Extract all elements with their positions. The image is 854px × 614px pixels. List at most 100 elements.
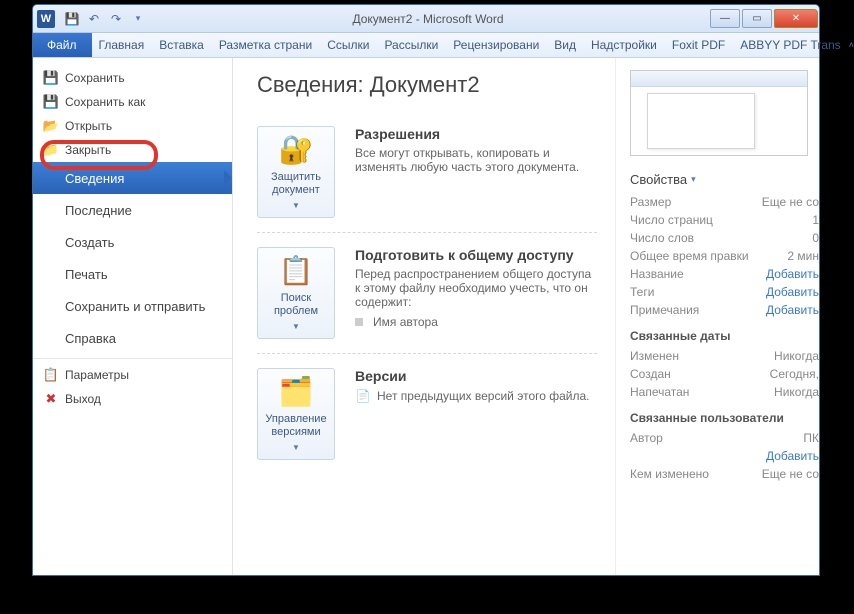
thumb-ribbon bbox=[631, 71, 807, 87]
prop-value-link[interactable]: Добавить bbox=[766, 449, 819, 463]
protect-document-button[interactable]: 🔐 Защитить документ ▼ bbox=[257, 126, 335, 218]
undo-icon[interactable]: ↶ bbox=[85, 10, 103, 28]
prepare-bullet: Имя автора bbox=[355, 315, 597, 329]
quick-access-toolbar: 💾 ↶ ↷ ▾ bbox=[63, 10, 147, 28]
sidebar-save-as[interactable]: 💾 Сохранить как bbox=[33, 90, 232, 114]
tab-abbyy[interactable]: ABBYY PDF Trans bbox=[733, 33, 848, 57]
sidebar-label: Сохранить и отправить bbox=[65, 299, 205, 314]
save-as-icon: 💾 bbox=[43, 94, 59, 110]
tab-file[interactable]: Файл bbox=[33, 33, 92, 57]
sidebar-help[interactable]: Справка bbox=[33, 322, 232, 354]
prop-value: 2 мин bbox=[787, 249, 819, 263]
sidebar-open[interactable]: 📂Открыть bbox=[33, 114, 232, 138]
tab-review[interactable]: Рецензировани bbox=[446, 33, 547, 57]
prop-key: Напечатан bbox=[630, 385, 689, 399]
minimize-button[interactable]: — bbox=[710, 9, 740, 28]
prop-value: Сегодня, bbox=[770, 367, 819, 381]
sidebar-label: Справка bbox=[65, 331, 116, 346]
prop-key: Кем изменено bbox=[630, 467, 709, 481]
props-dates: Связанные даты Изменен Никогда Создан Сего… bbox=[630, 329, 819, 401]
info-heading: Сведения: Документ2 bbox=[257, 72, 597, 98]
manage-versions-button[interactable]: 🗂️ Управление версиями ▼ bbox=[257, 368, 335, 460]
prop-key: Число страниц bbox=[630, 213, 713, 227]
versions-desc: 📄Нет предыдущих версий этого файла. bbox=[355, 388, 597, 404]
document-icon: 📄 bbox=[355, 388, 371, 404]
window-controls: — ▭ ✕ bbox=[709, 9, 819, 28]
prop-value-link[interactable]: Добавить bbox=[766, 267, 819, 281]
ribbon-minimize-icon[interactable]: ˄ bbox=[849, 40, 854, 50]
sidebar-new[interactable]: Создать bbox=[33, 226, 232, 258]
tab-view[interactable]: Вид bbox=[547, 33, 584, 57]
backstage-body: 💾Сохранить 💾 Сохранить как 📂Открыть 📁Закр… bbox=[33, 58, 819, 575]
save-disk-icon: 💾 bbox=[43, 70, 59, 86]
qat-customize-icon[interactable]: ▾ bbox=[129, 10, 147, 28]
sidebar-print[interactable]: Печать bbox=[33, 258, 232, 290]
versions-icon: 🗂️ bbox=[279, 375, 313, 409]
prop-key: Изменен bbox=[630, 349, 679, 363]
prop-value: 0 bbox=[812, 231, 819, 245]
prop-value-link[interactable]: Добавить bbox=[766, 285, 819, 299]
prop-value: Никогда bbox=[774, 349, 819, 363]
sidebar-label: Печать bbox=[65, 267, 108, 282]
button-label: Защитить документ bbox=[262, 171, 330, 197]
chevron-down-icon: ▼ bbox=[292, 322, 300, 332]
sidebar-label: Сведения bbox=[65, 171, 124, 186]
tab-mailings[interactable]: Рассылки bbox=[377, 33, 446, 57]
prepare-title: Подготовить к общему доступу bbox=[355, 247, 597, 263]
checklist-icon: 📋 bbox=[279, 254, 313, 288]
bullet-icon bbox=[355, 318, 363, 326]
sidebar-save[interactable]: 💾Сохранить bbox=[33, 66, 232, 90]
prop-key: Размер bbox=[630, 195, 671, 209]
document-thumbnail[interactable] bbox=[630, 70, 808, 156]
permissions-title: Разрешения bbox=[355, 126, 597, 142]
exit-icon: ✖ bbox=[43, 391, 59, 407]
window-title: Документ2 - Microsoft Word bbox=[147, 12, 709, 26]
prop-value-link[interactable]: Добавить bbox=[766, 303, 819, 317]
close-button[interactable]: ✕ bbox=[774, 9, 818, 28]
check-issues-button[interactable]: 📋 Поиск проблем ▼ bbox=[257, 247, 335, 339]
properties-dropdown[interactable]: Свойства▾ bbox=[630, 172, 819, 187]
button-label: Управление версиями bbox=[262, 413, 330, 439]
maximize-button[interactable]: ▭ bbox=[742, 9, 772, 28]
sidebar-label: Сохранить как bbox=[65, 95, 145, 109]
lock-key-icon: 🔐 bbox=[279, 133, 313, 167]
thumb-page bbox=[647, 93, 755, 149]
prop-key: Автор bbox=[630, 431, 663, 445]
prop-key: Теги bbox=[630, 285, 654, 299]
sidebar-share[interactable]: Сохранить и отправить bbox=[33, 290, 232, 322]
prop-key: Число слов bbox=[630, 231, 694, 245]
tab-foxit[interactable]: Foxit PDF bbox=[665, 33, 733, 57]
prop-key: Название bbox=[630, 267, 684, 281]
chevron-down-icon: ▼ bbox=[292, 443, 300, 453]
sidebar-label: Последние bbox=[65, 203, 132, 218]
sidebar-close[interactable]: 📁Закрыть bbox=[33, 138, 232, 162]
tab-references[interactable]: Ссылки bbox=[320, 33, 377, 57]
sidebar-label: Выход bbox=[65, 392, 101, 406]
prop-value: 1 bbox=[812, 213, 819, 227]
prop-key: Создан bbox=[630, 367, 671, 381]
props-general: РазмерЕще не со Число страниц1 Число сло… bbox=[630, 193, 819, 319]
redo-icon[interactable]: ↷ bbox=[107, 10, 125, 28]
prepare-section: 📋 Поиск проблем ▼ Подготовить к общему д… bbox=[257, 233, 597, 354]
sidebar-label: Открыть bbox=[65, 119, 112, 133]
tab-layout[interactable]: Разметка страни bbox=[212, 33, 320, 57]
tab-home[interactable]: Главная bbox=[92, 33, 153, 57]
tab-addins[interactable]: Надстройки bbox=[584, 33, 665, 57]
sidebar-recent[interactable]: Последние bbox=[33, 194, 232, 226]
info-column: Сведения: Документ2 🔐 Защитить документ … bbox=[233, 58, 615, 575]
versions-title: Версии bbox=[355, 368, 597, 384]
save-icon[interactable]: 💾 bbox=[63, 10, 81, 28]
versions-section: 🗂️ Управление версиями ▼ Версии 📄Нет пре… bbox=[257, 354, 597, 474]
sidebar-info[interactable]: Сведения bbox=[33, 162, 232, 194]
bullet-text: Имя автора bbox=[373, 315, 438, 329]
divider bbox=[33, 358, 232, 359]
tab-insert[interactable]: Вставка bbox=[152, 33, 212, 57]
backstage-main: Сведения: Документ2 🔐 Защитить документ … bbox=[233, 58, 819, 575]
props-users-heading: Связанные пользователи bbox=[630, 411, 819, 425]
sidebar-exit[interactable]: ✖ Выход bbox=[33, 387, 232, 411]
prepare-desc: Перед распространением общего доступа к … bbox=[355, 267, 597, 309]
properties-column: Свойства▾ РазмерЕще не со Число страниц1… bbox=[615, 58, 819, 575]
sidebar-options[interactable]: 📋Параметры bbox=[33, 363, 232, 387]
props-dates-heading: Связанные даты bbox=[630, 329, 819, 343]
permissions-section: 🔐 Защитить документ ▼ Разрешения Все мог… bbox=[257, 112, 597, 233]
